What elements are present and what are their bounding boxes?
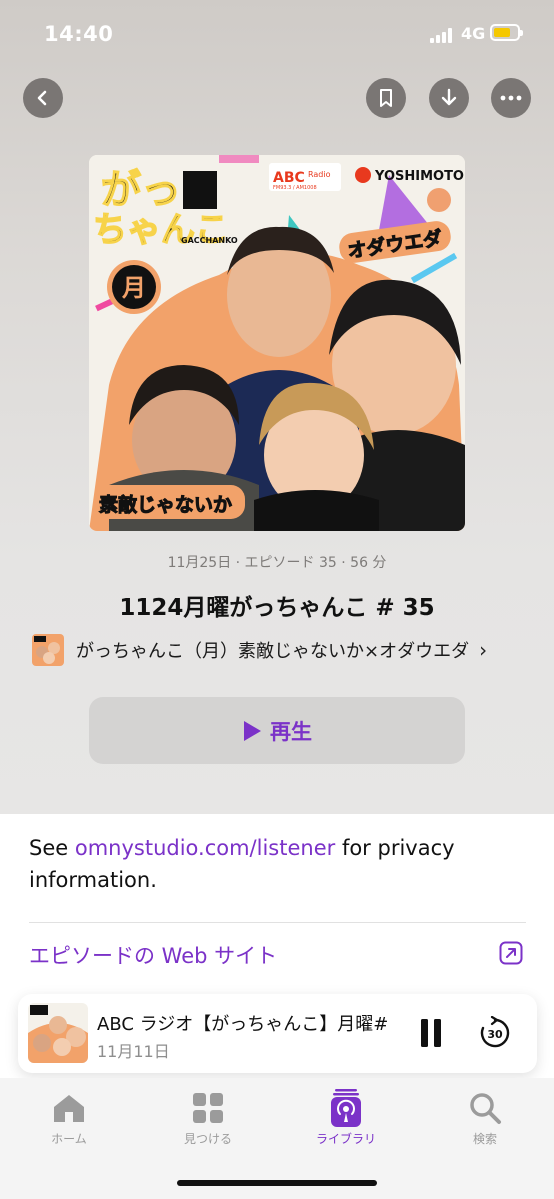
show-link[interactable]: がっちゃんこ（月）素敵じゃないか×オダウエダ › (32, 634, 488, 666)
grid-icon (193, 1093, 223, 1123)
status-bar: 14:40 4G (0, 0, 554, 70)
bookmark-icon (380, 89, 392, 107)
svg-text:FM93.3 / AM1008: FM93.3 / AM1008 (273, 185, 317, 191)
play-button[interactable]: 再生 (89, 697, 465, 764)
status-time: 14:40 (44, 22, 114, 46)
privacy-link[interactable]: omnystudio.com/listener (75, 836, 335, 860)
signal-icon (430, 27, 454, 43)
svg-text:GACCHANKO: GACCHANKO (181, 236, 238, 245)
podcasts-icon (331, 1089, 361, 1127)
show-name: がっちゃんこ（月）素敵じゃないか×オダウエダ (76, 641, 470, 662)
description-prefix: See (29, 836, 75, 860)
mini-player-title: ABC ラジオ【がっちゃんこ】月曜# (97, 1014, 389, 1035)
episode-description: See omnystudio.com/listener for privacy … (29, 832, 499, 896)
battery-icon (490, 24, 523, 41)
divider (29, 922, 526, 923)
mini-player-date: 11月11日 (97, 1042, 170, 1061)
mini-player-artwork (28, 1003, 88, 1063)
download-button[interactable] (429, 78, 469, 118)
search-icon (470, 1093, 501, 1124)
episode-title: 1124月曜がっちゃんこ # 35 (119, 595, 435, 621)
tab-library[interactable]: ライブラリ (296, 1088, 396, 1147)
tab-library-label: ライブラリ (315, 1132, 376, 1146)
tab-search[interactable]: 検索 (435, 1088, 535, 1147)
svg-text:月: 月 (121, 274, 146, 302)
svg-text:Radio: Radio (308, 170, 331, 179)
svg-text:がっ: がっ (101, 167, 181, 213)
network-label: 4G (461, 24, 486, 43)
svg-text:YOSHIMOTO: YOSHIMOTO (374, 169, 464, 184)
svg-text:ABC: ABC (273, 170, 305, 186)
svg-text:素敵じゃないか: 素敵じゃないか (99, 493, 232, 516)
download-icon (441, 88, 457, 106)
play-icon (244, 720, 261, 741)
external-link-icon[interactable] (499, 941, 523, 965)
tab-browse-label: 見つける (183, 1132, 232, 1146)
home-icon (54, 1095, 84, 1122)
play-button-label: 再生 (270, 719, 312, 744)
svg-text:30: 30 (487, 1028, 503, 1041)
ellipsis-icon (500, 95, 522, 101)
tab-home[interactable]: ホーム (19, 1088, 119, 1147)
tab-browse[interactable]: 見つける (158, 1088, 258, 1147)
mini-player[interactable]: ABC ラジオ【がっちゃんこ】月曜# 11月11日 30 (18, 994, 537, 1073)
chevron-right-icon: › (479, 638, 488, 662)
back-button[interactable] (23, 78, 63, 118)
home-indicator[interactable] (177, 1180, 377, 1186)
tab-home-label: ホーム (51, 1132, 87, 1146)
episode-meta: 11月25日 · エピソード 35 · 56 分 (167, 555, 387, 571)
chevron-left-icon (37, 90, 47, 106)
bookmark-button[interactable] (366, 78, 406, 118)
episode-website-link[interactable]: エピソードの Web サイト (29, 940, 277, 970)
skip-forward-30-button[interactable]: 30 (478, 1016, 512, 1050)
tab-search-label: 検索 (472, 1132, 497, 1146)
more-button[interactable] (491, 78, 531, 118)
show-thumbnail (32, 634, 64, 666)
episode-artwork: がっ ちゃんこ GACCHANKO 月 ABC Radio FM93.3 / A… (89, 155, 465, 531)
pause-button[interactable] (419, 1018, 443, 1048)
